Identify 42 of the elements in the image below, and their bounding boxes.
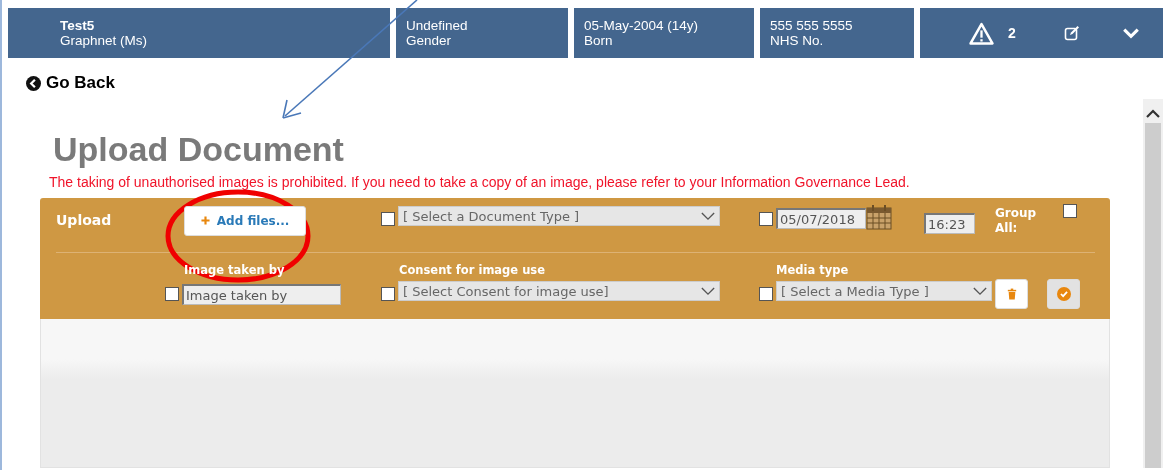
checkbox[interactable] [759, 287, 773, 301]
field-label: Consent for image use [399, 263, 545, 279]
check-circle-icon [1056, 287, 1071, 301]
info-label: Born [584, 33, 614, 48]
page-title: Upload Document [53, 131, 345, 167]
date-field[interactable]: 05/07/2018 [776, 208, 866, 229]
info-value: 05-May-2004 (14y) [584, 18, 700, 33]
trash-icon [1006, 288, 1017, 300]
dropdown-icon [701, 211, 715, 221]
checkbox[interactable] [381, 212, 395, 226]
add-files-button[interactable]: Add files... [184, 206, 306, 236]
time-field[interactable]: 16:23 [924, 213, 975, 234]
alert-count: 2 [1008, 25, 1016, 41]
patient-name: Test5 [60, 18, 96, 33]
warning-message: The taking of unauthorised images is prohibited. If you need to take a copy of an image, please refer to your Information Governance Lead. [49, 175, 910, 190]
group-all-label: Group All: [995, 206, 1038, 236]
delete-button[interactable] [995, 279, 1028, 309]
checkbox[interactable] [759, 212, 773, 226]
info-value: 555 555 5555 [770, 18, 854, 33]
consent-select[interactable]: [ Select Consent for image use] [398, 281, 720, 301]
patient-subtitle: Graphnet (Ms) [60, 33, 149, 48]
info-label: NHS No. [770, 33, 825, 48]
dropdown-icon [973, 286, 987, 296]
calendar-icon[interactable] [866, 204, 892, 230]
document-type-select[interactable]: [ Select a Document Type ] [398, 206, 720, 226]
info-value: Undefined [406, 18, 469, 33]
image-taken-by-field[interactable]: Image taken by [182, 284, 341, 305]
scrollbar[interactable] [1143, 99, 1163, 468]
chevron-down-icon[interactable] [1121, 27, 1140, 39]
go-back-link[interactable]: Go Back [26, 73, 115, 93]
warning-icon[interactable] [969, 21, 995, 45]
edit-icon[interactable] [1063, 25, 1080, 41]
checkbox[interactable] [165, 287, 179, 301]
info-label: Gender [406, 33, 453, 48]
scroll-up-icon[interactable] [1146, 109, 1160, 119]
dropdown-icon [701, 286, 715, 296]
media-type-select[interactable]: [ Select a Media Type ] [776, 281, 992, 301]
upload-label: Upload [56, 212, 112, 228]
field-label: Media type [776, 263, 849, 279]
plus-icon [200, 216, 210, 225]
checkbox[interactable] [381, 287, 395, 301]
group-all-checkbox[interactable] [1063, 204, 1077, 218]
